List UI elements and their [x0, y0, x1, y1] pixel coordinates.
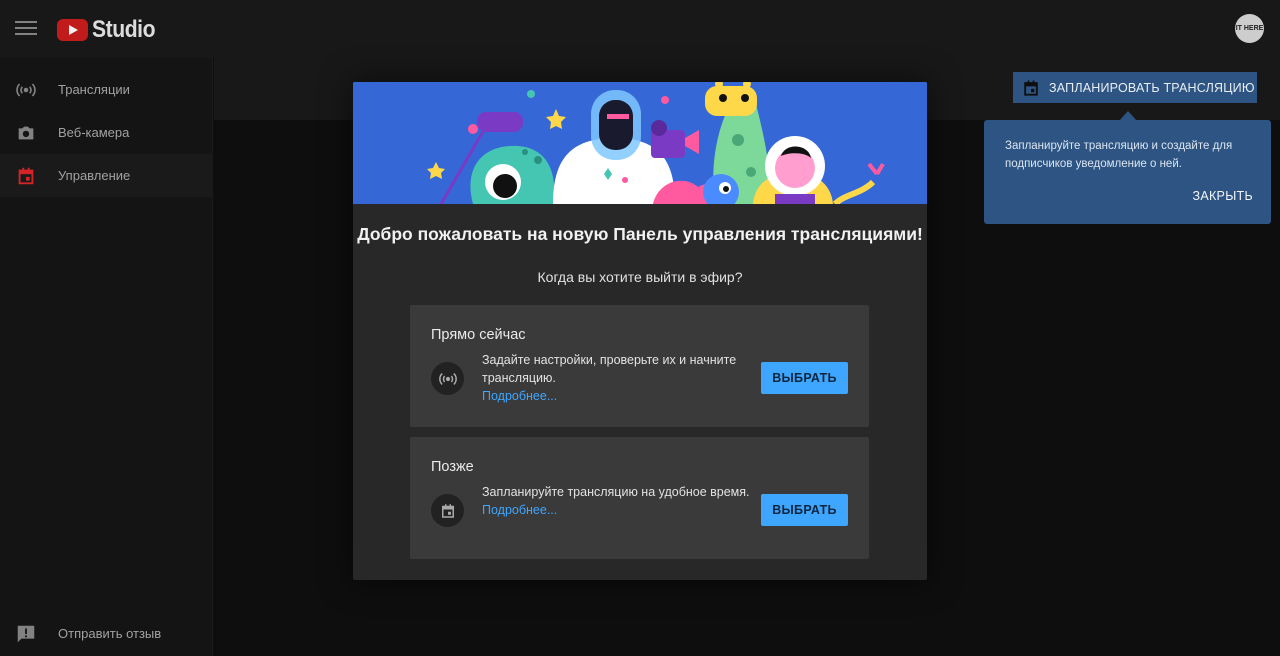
schedule-tooltip: Запланируйте трансляцию и создайте для п…	[984, 120, 1271, 224]
welcome-banner-illustration	[353, 82, 927, 204]
learn-more-link[interactable]: Подробнее...	[482, 501, 750, 519]
tooltip-close-button[interactable]: ЗАКРЫТЬ	[1192, 189, 1253, 203]
option-card-later: Позже Запланируйте трансляцию на удобное…	[410, 437, 869, 559]
option-description: Задайте настройки, проверьте их и начнит…	[482, 351, 750, 405]
option-description-text: Задайте настройки, проверьте их и начнит…	[482, 353, 737, 385]
choose-now-button[interactable]: ВЫБРАТЬ	[761, 362, 848, 394]
schedule-stream-button[interactable]: ЗАПЛАНИРОВАТЬ ТРАНСЛЯЦИЮ	[1013, 72, 1257, 103]
option-title: Прямо сейчас	[431, 327, 526, 343]
option-card-now: Прямо сейчас Задайте настройки, проверьт…	[410, 305, 869, 427]
broadcast-icon	[431, 362, 464, 395]
option-title: Позже	[431, 459, 474, 475]
calendar-icon	[431, 494, 464, 527]
option-description-text: Запланируйте трансляцию на удобное время…	[482, 485, 750, 499]
calendar-icon	[1024, 80, 1038, 96]
option-description: Запланируйте трансляцию на удобное время…	[482, 483, 750, 519]
dialog-title: Добро пожаловать на новую Панель управле…	[357, 224, 923, 244]
dialog-subtitle: Когда вы хотите выйти в эфир?	[537, 269, 743, 285]
tooltip-text: Запланируйте трансляцию и создайте для п…	[1005, 140, 1233, 170]
choose-later-button[interactable]: ВЫБРАТЬ	[761, 494, 848, 526]
welcome-dialog: Добро пожаловать на новую Панель управле…	[353, 82, 927, 580]
schedule-stream-label: ЗАПЛАНИРОВАТЬ ТРАНСЛЯЦИЮ	[1049, 80, 1255, 95]
learn-more-link[interactable]: Подробнее...	[482, 387, 750, 405]
